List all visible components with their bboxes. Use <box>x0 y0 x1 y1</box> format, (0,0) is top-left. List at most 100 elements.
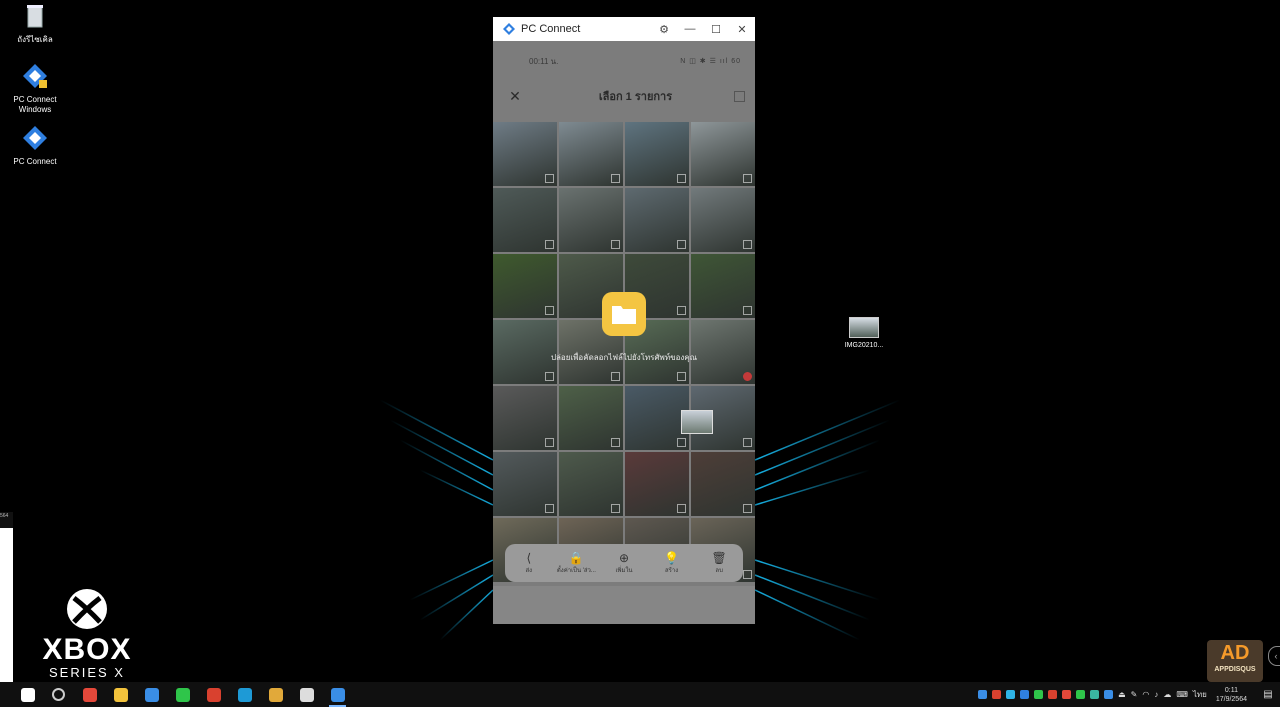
add-to-icon: ⊕ <box>618 550 630 565</box>
clock[interactable]: 0:11 17/9/2564 <box>1216 686 1247 704</box>
select-checkbox[interactable] <box>611 504 620 513</box>
select-all-checkbox[interactable] <box>734 90 745 102</box>
search-icon <box>52 688 65 701</box>
calendar-icon <box>144 687 159 702</box>
wifi-icon[interactable]: ◠ <box>1142 690 1149 699</box>
photo-thumbnail[interactable] <box>559 386 623 450</box>
desktop-dragged-file[interactable]: IMG20210... <box>843 317 885 349</box>
settings-button[interactable]: ⚙ <box>651 17 677 41</box>
volume-icon[interactable]: ♪ <box>1154 690 1158 699</box>
pen-icon[interactable]: ✎ <box>1131 690 1138 699</box>
photo-thumbnail[interactable] <box>493 122 557 186</box>
input-language[interactable]: ไทย <box>1193 688 1207 701</box>
tray-app-icon[interactable] <box>992 690 1002 699</box>
desktop-icon-recycle-bin[interactable]: ถังรีไซเคิล <box>3 2 67 45</box>
select-checkbox[interactable] <box>743 240 752 249</box>
photo-thumbnail[interactable] <box>691 254 755 318</box>
taskbar-app-red[interactable] <box>198 682 229 707</box>
select-checkbox[interactable] <box>677 174 686 183</box>
select-checkbox[interactable] <box>677 504 686 513</box>
taskbar-start[interactable] <box>12 682 43 707</box>
desktop-icon-pc-connect[interactable]: PC Connect <box>3 124 67 167</box>
photo-thumbnail[interactable] <box>691 122 755 186</box>
close-button[interactable]: ✕ <box>729 17 755 41</box>
close-selection-icon[interactable]: ✕ <box>493 88 537 105</box>
onedrive-icon[interactable]: ☁ <box>1163 690 1171 699</box>
photo-thumbnail[interactable] <box>493 452 557 516</box>
select-checkbox[interactable] <box>545 240 554 249</box>
bluetooth-icon[interactable] <box>1020 690 1030 699</box>
tray-app-icon[interactable] <box>1048 690 1058 699</box>
private-action[interactable]: 🔒 ตั้งค่าเป็น 'ส่ว... <box>554 551 598 575</box>
window-titlebar[interactable]: PC Connect ⚙ — ☐ ✕ <box>493 17 755 41</box>
tray-app-icon[interactable] <box>1006 690 1016 699</box>
select-checkbox[interactable] <box>743 174 752 183</box>
photo-thumbnail[interactable] <box>691 452 755 516</box>
select-checkbox[interactable] <box>545 372 554 381</box>
photo-thumbnail[interactable] <box>559 452 623 516</box>
create-action[interactable]: 💡 สร้าง <box>650 551 694 575</box>
taskbar-line[interactable] <box>167 682 198 707</box>
taskbar-search[interactable] <box>43 682 74 707</box>
select-checkbox[interactable] <box>611 438 620 447</box>
chrome-icon <box>268 687 283 702</box>
tray-app-icon[interactable] <box>1076 690 1086 699</box>
photo-thumbnail[interactable] <box>559 188 623 252</box>
share-action[interactable]: ⟨ ส่ง <box>507 551 551 575</box>
select-checkbox[interactable] <box>545 306 554 315</box>
desktop-icon-label: PC Connect Windows <box>13 95 57 114</box>
photo-thumbnail[interactable] <box>625 188 689 252</box>
select-checkbox[interactable] <box>545 504 554 513</box>
edge-icon <box>237 687 252 702</box>
xbox-branding: XBOX SERIES X <box>40 588 134 680</box>
taskbar-app-1[interactable] <box>74 682 105 707</box>
notification-icon[interactable]: ▤ <box>1260 689 1276 700</box>
system-tray: ⏏ ✎ ◠ ♪ ☁ ⌨ ไทย 0:11 17/9/2564 ▤ <box>978 686 1280 704</box>
select-checkbox[interactable] <box>677 372 686 381</box>
select-checkbox[interactable] <box>677 438 686 447</box>
select-checkbox[interactable] <box>743 438 752 447</box>
selected-check-icon[interactable] <box>743 372 752 381</box>
delete-action[interactable]: 🗑 ลบ <box>697 551 741 575</box>
select-checkbox[interactable] <box>611 372 620 381</box>
tray-app-icon[interactable] <box>1062 690 1072 699</box>
file-explorer-icon <box>113 687 128 702</box>
select-checkbox[interactable] <box>611 174 620 183</box>
select-checkbox[interactable] <box>743 306 752 315</box>
select-checkbox[interactable] <box>677 306 686 315</box>
maximize-button[interactable]: ☐ <box>703 17 729 41</box>
photo-thumbnail[interactable] <box>625 452 689 516</box>
taskbar-pc-connect[interactable] <box>322 682 353 707</box>
desktop-icon-pc-connect-windows[interactable]: PC Connect Windows <box>3 62 67 115</box>
taskbar-file-explorer[interactable] <box>105 682 136 707</box>
tray-app-icon[interactable] <box>1104 690 1114 699</box>
select-checkbox[interactable] <box>677 240 686 249</box>
photo-thumbnail[interactable] <box>625 386 689 450</box>
photo-thumbnail[interactable] <box>493 254 557 318</box>
taskbar-app-wave[interactable] <box>291 682 322 707</box>
add-to-action[interactable]: ⊕ เพิ่มใน <box>602 550 646 575</box>
taskbar-edge[interactable] <box>229 682 260 707</box>
tray-app-icon[interactable] <box>1090 690 1100 699</box>
photo-thumbnail[interactable] <box>559 122 623 186</box>
taskbar-calendar[interactable] <box>136 682 167 707</box>
action-label: สร้าง <box>664 567 679 574</box>
select-checkbox[interactable] <box>545 438 554 447</box>
tray-app-icon[interactable] <box>1034 690 1044 699</box>
tray-app-icon[interactable] <box>978 690 988 699</box>
photo-thumbnail[interactable] <box>493 188 557 252</box>
action-bar: ⟨ ส่ง 🔒 ตั้งค่าเป็น 'ส่ว... ⊕ เพิ่มใน 💡 สร้า… <box>505 544 743 582</box>
keyboard-icon[interactable]: ⌨ <box>1176 690 1188 699</box>
photo-thumbnail[interactable] <box>625 122 689 186</box>
phone-screen[interactable]: 00:11 น. N ◫ ✱ ☰ ııl 60 ✕ เลือก 1 รายการ… <box>493 41 755 624</box>
select-checkbox[interactable] <box>743 570 752 579</box>
edge-panel-toggle[interactable]: ‹ <box>1268 646 1280 666</box>
minimize-button[interactable]: — <box>677 17 703 41</box>
select-checkbox[interactable] <box>545 174 554 183</box>
select-checkbox[interactable] <box>611 240 620 249</box>
photo-thumbnail[interactable] <box>493 386 557 450</box>
usb-icon[interactable]: ⏏ <box>1118 690 1126 699</box>
photo-thumbnail[interactable] <box>691 188 755 252</box>
select-checkbox[interactable] <box>743 504 752 513</box>
taskbar-chrome[interactable] <box>260 682 291 707</box>
